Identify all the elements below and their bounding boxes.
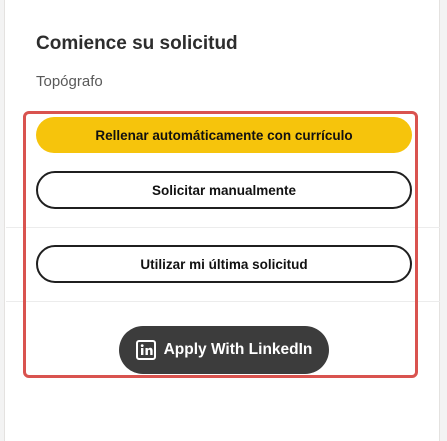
apply-heading: Comience su solicitud [36,33,238,54]
highlight-frame [23,111,418,378]
job-title: Topógrafo [36,73,103,90]
